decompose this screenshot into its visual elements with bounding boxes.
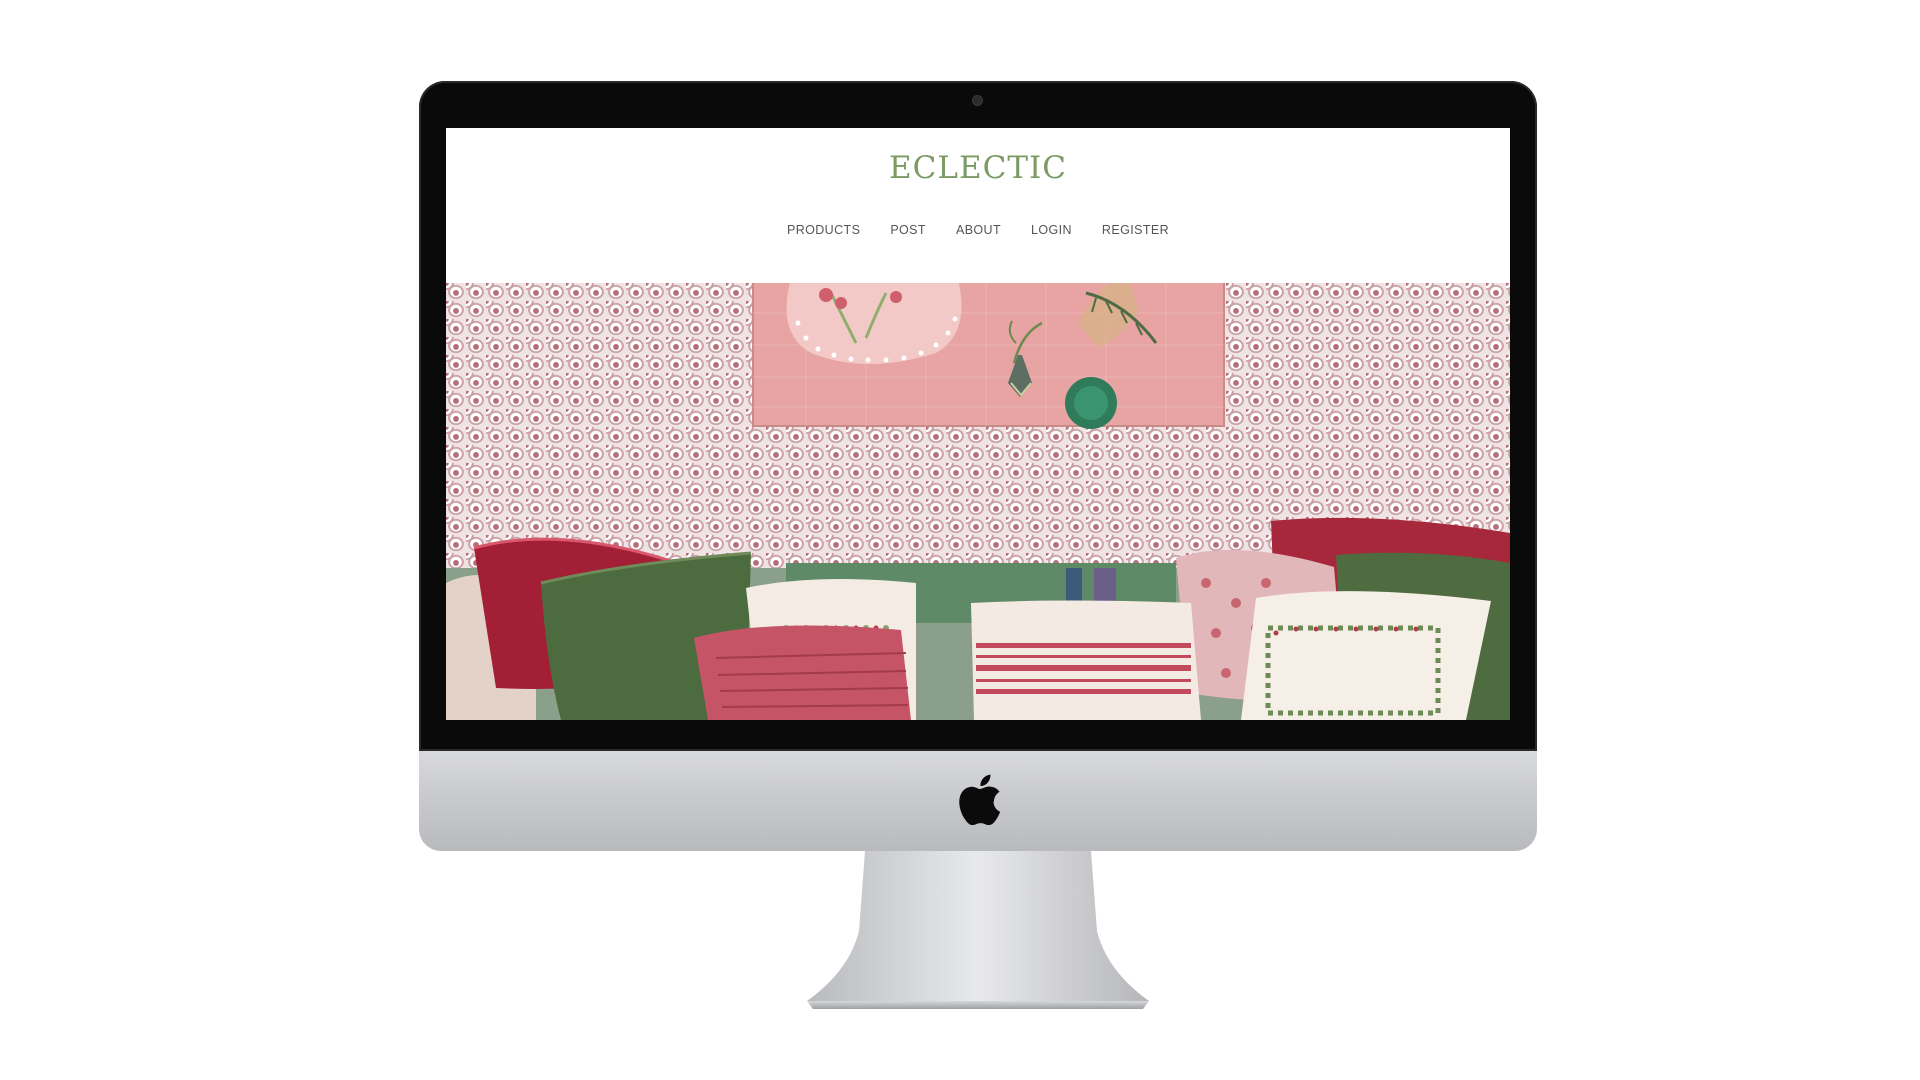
mockup-stage: ECLECTIC PRODUCTS POST ABOUT LOGIN REGIS… — [0, 0, 1920, 1080]
wall-painting — [752, 283, 1225, 429]
monitor-stand — [807, 851, 1149, 1009]
nav-register[interactable]: REGISTER — [1102, 223, 1169, 237]
hero-illustration — [446, 283, 1510, 720]
nav-login[interactable]: LOGIN — [1031, 223, 1072, 237]
apple-logo-icon — [959, 774, 1001, 826]
camera-icon — [973, 96, 982, 105]
nav-products[interactable]: PRODUCTS — [787, 223, 860, 237]
monitor-screen: ECLECTIC PRODUCTS POST ABOUT LOGIN REGIS… — [446, 128, 1510, 720]
main-nav: PRODUCTS POST ABOUT LOGIN REGISTER — [446, 223, 1510, 237]
nav-about[interactable]: ABOUT — [956, 223, 1001, 237]
site-logo[interactable]: ECLECTIC — [446, 150, 1510, 186]
cushions — [473, 517, 1510, 720]
hero-image — [446, 283, 1510, 720]
site-header: ECLECTIC PRODUCTS POST ABOUT LOGIN REGIS… — [446, 128, 1510, 283]
nav-post[interactable]: POST — [890, 223, 926, 237]
